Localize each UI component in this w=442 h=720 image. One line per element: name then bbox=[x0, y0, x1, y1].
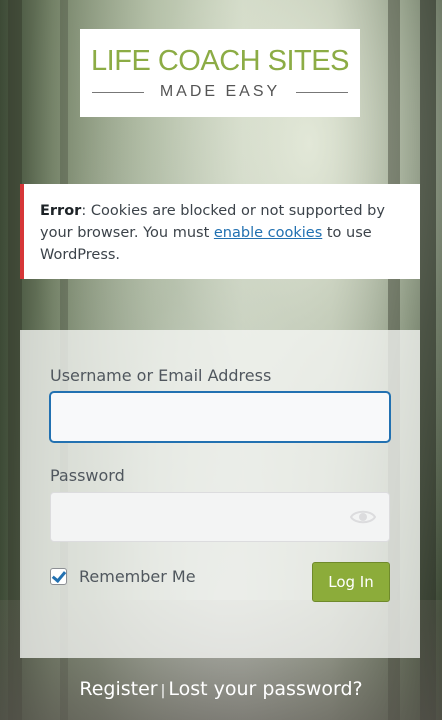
register-link[interactable]: Register bbox=[79, 678, 157, 700]
error-notice: Error: Cookies are blocked or not suppor… bbox=[20, 184, 420, 279]
link-separator: | bbox=[160, 683, 166, 699]
error-label: Error bbox=[40, 203, 82, 219]
password-label: Password bbox=[50, 466, 125, 485]
login-button[interactable]: Log In bbox=[312, 562, 390, 602]
logo-title: LIFE COACH SITES bbox=[91, 45, 349, 77]
footer-links: Register | Lost your password? bbox=[0, 678, 442, 700]
enable-cookies-link[interactable]: enable cookies bbox=[214, 225, 322, 241]
remember-me-checkbox[interactable] bbox=[50, 567, 67, 585]
username-input[interactable] bbox=[50, 392, 390, 442]
lost-password-link[interactable]: Lost your password? bbox=[168, 678, 362, 700]
password-input[interactable] bbox=[50, 492, 390, 542]
username-label: Username or Email Address bbox=[50, 366, 272, 385]
login-form: Username or Email Address Password Remem… bbox=[20, 330, 420, 658]
logo-divider bbox=[296, 92, 348, 93]
checkmark-icon bbox=[51, 567, 67, 584]
remember-me-label: Remember Me bbox=[79, 567, 196, 586]
show-password-eye-icon[interactable] bbox=[349, 506, 377, 528]
remember-me[interactable]: Remember Me bbox=[50, 567, 196, 586]
site-logo[interactable]: LIFE COACH SITES MADE EASY bbox=[80, 29, 360, 117]
